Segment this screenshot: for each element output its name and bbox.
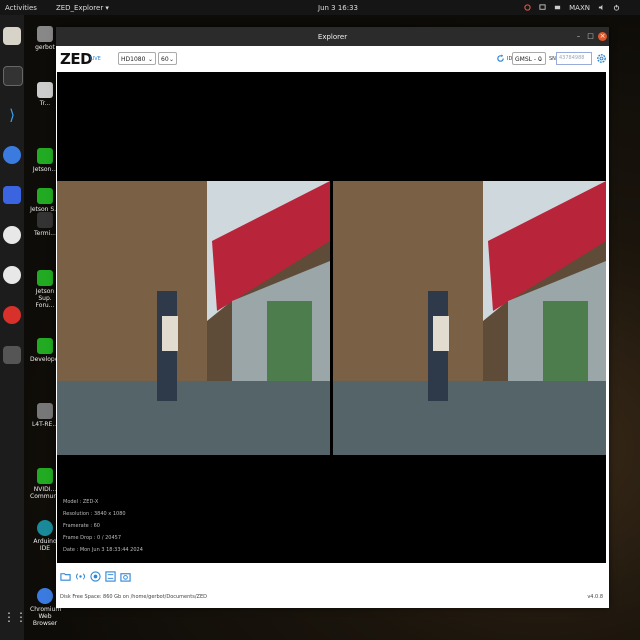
bottom-bar: Disk Free Space: 860 Gb on /home/gerbot/… <box>56 563 609 608</box>
nvidia-icon <box>37 338 53 354</box>
zed-logo: ZED <box>60 50 93 68</box>
zed-explorer-icon[interactable] <box>3 346 21 364</box>
activities-button[interactable]: Activities <box>5 4 37 12</box>
refresh-icon[interactable] <box>496 54 505 63</box>
nvidia-icon[interactable] <box>524 4 531 11</box>
power-icon[interactable] <box>613 4 620 11</box>
error-report-icon[interactable] <box>3 306 21 324</box>
chevron-down-icon: ⌄ <box>168 56 174 63</box>
toolbar: ZED LIVE HD1080 ⌄ 60 ⌄ ID GMSL - 0 ⌄ SN … <box>56 46 609 72</box>
obs-icon[interactable] <box>3 226 21 244</box>
chromium-icon[interactable] <box>3 146 21 164</box>
version-label: v4.0.8 <box>587 594 603 600</box>
top-bar: Activities ZED_Explorer ▾ Jun 3 16:33 MA… <box>0 0 640 15</box>
nvidia-icon <box>37 188 53 204</box>
right-camera-image <box>333 181 606 455</box>
network-icon[interactable] <box>554 4 561 11</box>
resolution-text: Resolution : 3840 x 1080 <box>63 511 126 517</box>
folder-icon[interactable] <box>60 571 71 582</box>
trash-icon <box>37 82 53 98</box>
nvidia-icon <box>37 468 53 484</box>
chevron-down-icon: ⌄ <box>147 56 153 63</box>
record-icon[interactable] <box>90 571 101 582</box>
window-title: Explorer <box>317 32 348 41</box>
model-text: Model : ZED-X <box>63 499 99 505</box>
chevron-down-icon: ⌄ <box>537 56 543 63</box>
terminal-icon[interactable] <box>3 66 23 86</box>
chromium-icon <box>37 588 53 604</box>
app-menu[interactable]: ZED_Explorer ▾ <box>56 4 109 12</box>
minimize-button[interactable]: – <box>574 32 583 41</box>
window-titlebar[interactable]: Explorer – □ × <box>56 27 609 46</box>
vscode-icon[interactable]: ⟩ <box>3 106 21 124</box>
arduino-icon <box>37 520 53 536</box>
frame-drop-text: Frame Drop : 0 / 20457 <box>63 535 122 541</box>
left-camera-image <box>57 181 330 455</box>
stream-icon[interactable] <box>75 571 86 582</box>
close-button[interactable]: × <box>598 32 607 41</box>
dock: ⟩ ⋮⋮ <box>0 15 27 640</box>
date-text: Date : Mon Jun 3 18:33:44 2024 <box>63 547 143 553</box>
stereo-viewer[interactable]: Model : ZED-X Resolution : 3840 x 1080 F… <box>57 72 606 563</box>
resolution-select[interactable]: HD1080 ⌄ <box>118 52 156 65</box>
show-apps-icon[interactable]: ⋮⋮ <box>3 608 27 626</box>
maximize-button[interactable]: □ <box>586 32 595 41</box>
camera-snapshot-icon[interactable] <box>120 571 131 582</box>
terminal-icon <box>37 212 53 228</box>
framerate-text: Framerate : 60 <box>63 523 100 529</box>
display-icon[interactable] <box>539 4 546 11</box>
serial-number-field[interactable]: 43784988 <box>556 52 592 65</box>
nvidia-icon <box>37 148 53 164</box>
power-mode-label[interactable]: MAXN <box>569 4 590 12</box>
fps-select[interactable]: 60 ⌄ <box>158 52 177 65</box>
home-folder-icon <box>37 26 53 42</box>
camera-select[interactable]: GMSL - 0 ⌄ <box>512 52 546 65</box>
live-badge: LIVE <box>90 56 101 62</box>
zed-explorer-window: Explorer – □ × ZED LIVE HD1080 ⌄ 60 ⌄ ID… <box>56 27 609 608</box>
document-icon <box>37 403 53 419</box>
system-tray[interactable]: MAXN <box>524 4 620 12</box>
video-settings-icon[interactable] <box>105 571 116 582</box>
software-updater-icon[interactable] <box>3 266 21 284</box>
gear-icon[interactable] <box>596 53 607 64</box>
disk-free-space: Disk Free Space: 860 Gb on /home/gerbot/… <box>60 594 207 600</box>
screenshot-icon[interactable] <box>3 186 21 204</box>
files-icon[interactable] <box>3 27 21 45</box>
nvidia-icon <box>37 270 53 286</box>
speaker-icon[interactable] <box>598 4 605 11</box>
clock[interactable]: Jun 3 16:33 <box>318 4 358 12</box>
sn-label: SN <box>549 56 556 62</box>
camera-info-overlay: Model : ZED-X Resolution : 3840 x 1080 F… <box>63 496 143 556</box>
